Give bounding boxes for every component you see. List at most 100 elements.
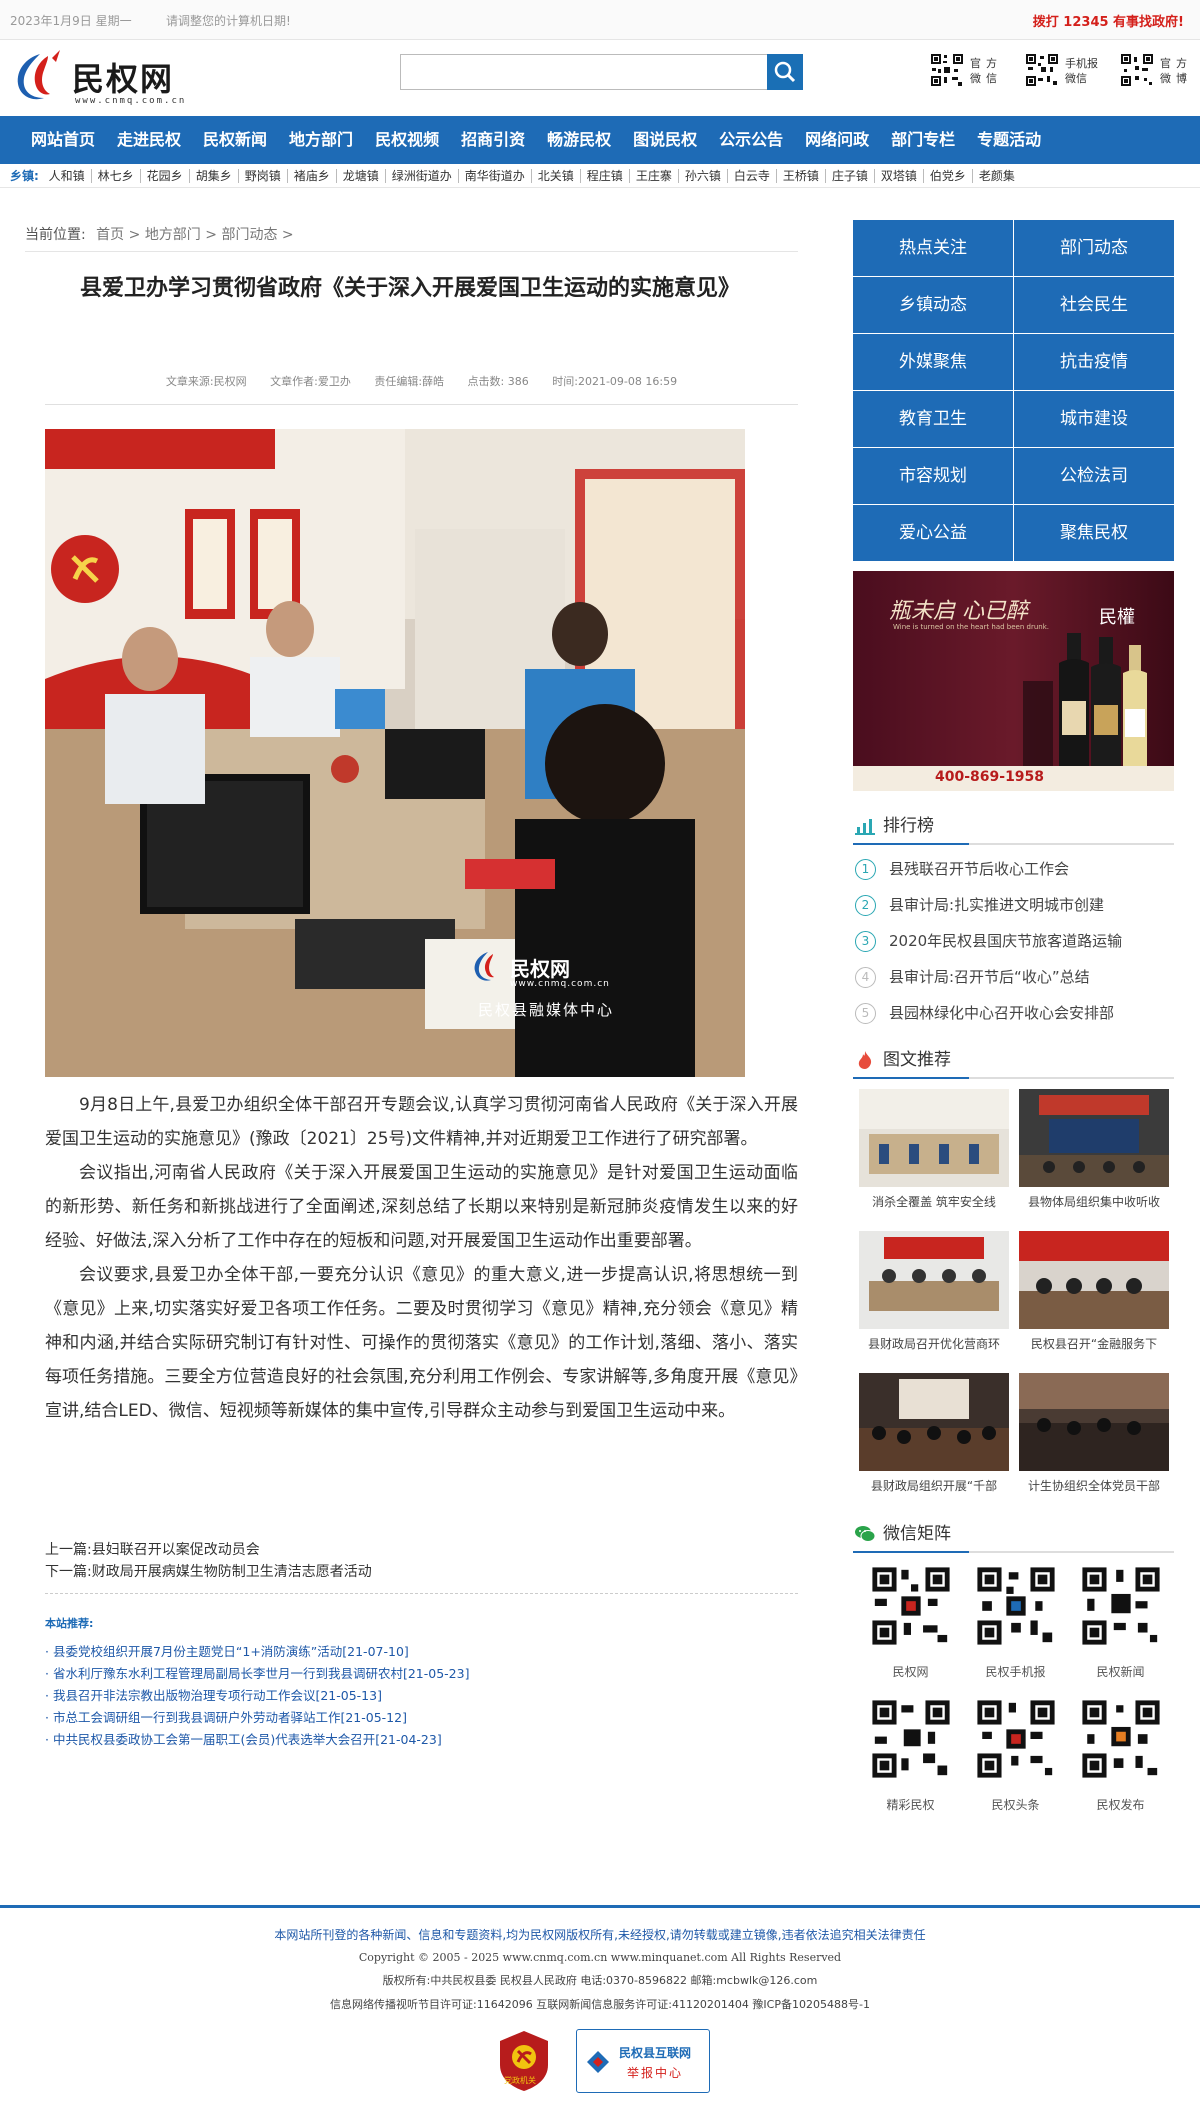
breadcrumb-departments[interactable]: 地方部门 <box>145 227 201 243</box>
category-planning[interactable]: 市容规划 <box>853 448 1013 504</box>
site-logo[interactable]: 民权网 www.cnmq.com.cn <box>10 48 200 108</box>
picture-item[interactable]: 计生协组织全体党员干部 <box>1019 1373 1169 1501</box>
ranking-item[interactable]: 4 县审计局:召开节后“收心”总结 <box>853 959 1174 995</box>
category-education[interactable]: 教育卫生 <box>853 391 1013 447</box>
town-link[interactable]: 南华街道办 <box>458 169 532 183</box>
nav-item-investment[interactable]: 招商引资 <box>450 116 536 164</box>
rank-number: 3 <box>855 931 876 952</box>
town-link[interactable]: 庄子镇 <box>825 169 875 183</box>
category-livelihood[interactable]: 社会民生 <box>1014 277 1174 333</box>
nav-item-news[interactable]: 民权新闻 <box>192 116 278 164</box>
qr-mobile-wechat[interactable]: 手机报微信 <box>1025 53 1100 89</box>
wechat-qr-grid: 民权网 民权手机报 民权新闻 精彩民权 民权头条 民权发布 <box>853 1553 1174 1813</box>
town-link[interactable]: 王庄寨 <box>629 169 679 183</box>
category-towns[interactable]: 乡镇动态 <box>853 277 1013 333</box>
nav-item-tourism[interactable]: 畅游民权 <box>536 116 622 164</box>
town-link[interactable]: 白云寺 <box>727 169 777 183</box>
town-link[interactable]: 野岗镇 <box>238 169 288 183</box>
related-link[interactable]: · 中共民权县委政协工会第一届职工(会员)代表选举大会召开[21-04-23] <box>45 1729 798 1751</box>
footer-copyright-notice: 本网站所刊登的各种新闻、信息和专题资料,均为民权网版权所有,未经授权,请勿转载或… <box>274 1928 926 1942</box>
ranking-item[interactable]: 2 县审计局:扎实推进文明城市创建 <box>853 887 1174 923</box>
town-link[interactable]: 北关镇 <box>531 169 581 183</box>
nav-item-inquiry[interactable]: 网络问政 <box>794 116 880 164</box>
town-link[interactable]: 林七乡 <box>91 169 141 183</box>
ranking-title-text: 排行榜 <box>883 816 934 836</box>
wechat-qr-item[interactable]: 民权头条 <box>963 1698 1068 1813</box>
breadcrumb-dept-news[interactable]: 部门动态 <box>221 227 277 243</box>
party-gov-badge[interactable]: 党政机关 <box>496 2029 552 2093</box>
qr-official-wechat[interactable]: 官方微信 <box>930 53 1005 89</box>
report-center-badge[interactable]: 民权县互联网 举报中心 <box>576 2029 710 2093</box>
category-epidemic[interactable]: 抗击疫情 <box>1014 334 1174 390</box>
party-badge-label: 党政机关 <box>504 2076 536 2085</box>
town-link[interactable]: 双塔镇 <box>874 169 924 183</box>
town-link[interactable]: 老颜集 <box>973 169 1021 183</box>
article-paragraph: 会议要求,县爱卫办全体干部,一要充分认识《意见》的重大意义,进一步提高认识,将思… <box>45 1265 798 1421</box>
picture-item[interactable]: 消杀全覆盖 筑牢安全线 <box>859 1089 1009 1217</box>
town-link[interactable]: 伯党乡 <box>923 169 973 183</box>
related-link[interactable]: · 我县召开非法宗教出版物治理专项行动工作会议[21-05-13] <box>45 1685 798 1707</box>
picture-item[interactable]: 县财政局召开优化营商环 <box>859 1231 1009 1359</box>
prev-article-link[interactable]: 上一篇:县妇联召开以案促改动员会 <box>45 1539 798 1561</box>
category-hot[interactable]: 热点关注 <box>853 220 1013 276</box>
picture-item[interactable]: 县物体局组织集中收听收 <box>1019 1089 1169 1217</box>
wine-advertisement[interactable]: 瓶未启 心已醉 Wine is turned on the heart had … <box>853 571 1174 791</box>
town-link[interactable]: 胡集乡 <box>189 169 239 183</box>
search-button[interactable] <box>767 54 803 90</box>
town-link[interactable]: 龙塘镇 <box>336 169 386 183</box>
town-link[interactable]: 褚庙乡 <box>287 169 337 183</box>
hotline-text[interactable]: 拨打 12345 有事找政府! <box>1033 11 1184 30</box>
wechat-qr-item[interactable]: 民权新闻 <box>1068 1565 1173 1680</box>
category-focus[interactable]: 聚焦民权 <box>1014 505 1174 561</box>
related-link[interactable]: · 县委党校组织开展7月份主题党日“1+消防演练”活动[21-07-10] <box>45 1641 798 1663</box>
related-link[interactable]: · 市总工会调研组一行到我县调研户外劳动者驿站工作[21-05-12] <box>45 1707 798 1729</box>
watermark-center: 民权县融媒体中心 <box>478 1001 615 1019</box>
nav-item-columns[interactable]: 部门专栏 <box>880 116 966 164</box>
related-link[interactable]: · 省水利厅豫东水利工程管理局副局长李世月一行到我县调研农村[21-05-23] <box>45 1663 798 1685</box>
town-link[interactable]: 程庄镇 <box>580 169 630 183</box>
wechat-qr-item[interactable]: 精彩民权 <box>858 1698 963 1813</box>
picture-thumbnail <box>859 1089 1009 1187</box>
town-link[interactable]: 孙六镇 <box>678 169 728 183</box>
wechat-qr-item[interactable]: 民权网 <box>858 1565 963 1680</box>
ranking-item[interactable]: 1 县残联召开节后收心工作会 <box>853 851 1174 887</box>
town-link[interactable]: 王桥镇 <box>776 169 826 183</box>
breadcrumb-home[interactable]: 首页 <box>96 227 124 243</box>
rank-text: 县审计局:召开节后“收心”总结 <box>889 968 1090 986</box>
category-media[interactable]: 外媒聚焦 <box>853 334 1013 390</box>
nav-item-photos[interactable]: 图说民权 <box>622 116 708 164</box>
next-article-link[interactable]: 下一篇:财政局开展病媒生物防制卫生清洁志愿者活动 <box>45 1561 798 1583</box>
nav-item-video[interactable]: 民权视频 <box>364 116 450 164</box>
category-charity[interactable]: 爱心公益 <box>853 505 1013 561</box>
category-grid: 热点关注 部门动态 乡镇动态 社会民生 外媒聚焦 抗击疫情 教育卫生 城市建设 … <box>853 220 1174 561</box>
category-urban[interactable]: 城市建设 <box>1014 391 1174 447</box>
ranking-item[interactable]: 3 2020年民权县国庆节旅客道路运输 <box>853 923 1174 959</box>
wechat-qr-label: 精彩民权 <box>886 1798 935 1812</box>
wechat-title: 微信矩阵 <box>853 1515 1174 1553</box>
wechat-qr-label: 民权新闻 <box>1096 1665 1145 1679</box>
wechat-qr-item[interactable]: 民权发布 <box>1068 1698 1173 1813</box>
nav-item-events[interactable]: 专题活动 <box>966 116 1052 164</box>
breadcrumb-sep: > <box>277 227 294 243</box>
search-input[interactable] <box>401 55 767 89</box>
town-link[interactable]: 花园乡 <box>140 169 190 183</box>
picture-item[interactable]: 民权县召开“金融服务下 <box>1019 1231 1169 1359</box>
category-legal[interactable]: 公检法司 <box>1014 448 1174 504</box>
town-link[interactable]: 绿洲街道办 <box>385 169 459 183</box>
qr-code-icon <box>974 1565 1057 1647</box>
town-link[interactable]: 人和镇 <box>42 169 92 183</box>
ranking-item[interactable]: 5 县园林绿化中心召开收心会安排部 <box>853 995 1174 1031</box>
qr-official-weibo[interactable]: 官方微博 <box>1120 53 1195 89</box>
site-footer: 本网站所刊登的各种新闻、信息和专题资料,均为民权网版权所有,未经授权,请勿转载或… <box>0 1905 1200 2128</box>
picture-caption: 计生协组织全体党员干部 <box>1027 1479 1160 1493</box>
picture-item[interactable]: 县财政局组织开展“千部 <box>859 1373 1009 1501</box>
nav-item-home[interactable]: 网站首页 <box>20 116 106 164</box>
qr-code-icon <box>1079 1698 1162 1780</box>
footer-badges: 党政机关 民权县互联网 举报中心 <box>496 2025 716 2095</box>
rank-number: 5 <box>855 1003 876 1024</box>
nav-item-notices[interactable]: 公示公告 <box>708 116 794 164</box>
nav-item-about[interactable]: 走进民权 <box>106 116 192 164</box>
category-dept[interactable]: 部门动态 <box>1014 220 1174 276</box>
nav-item-departments[interactable]: 地方部门 <box>278 116 364 164</box>
wechat-qr-item[interactable]: 民权手机报 <box>963 1565 1068 1680</box>
